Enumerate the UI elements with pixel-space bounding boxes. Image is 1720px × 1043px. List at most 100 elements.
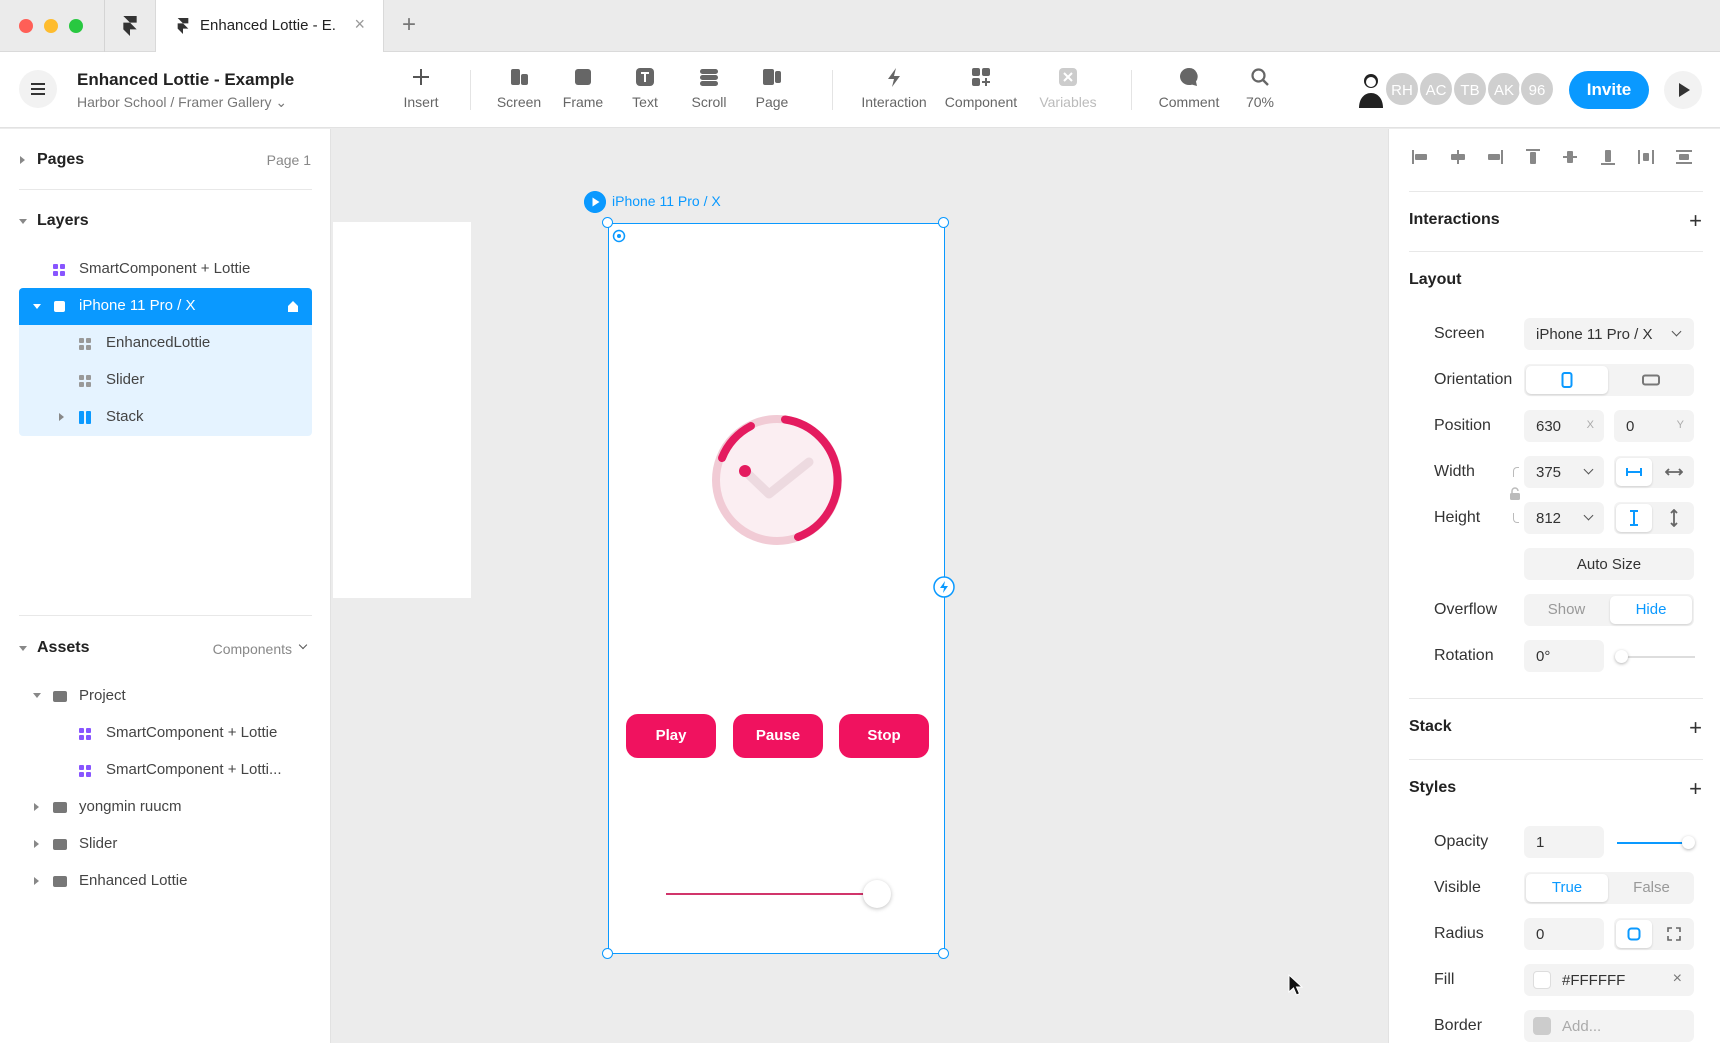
project-breadcrumb[interactable]: Harbor School / Framer Gallery ⌄ xyxy=(77,94,287,111)
overflow-show-option[interactable]: Show xyxy=(1524,601,1609,618)
layer-row[interactable]: EnhancedLottie xyxy=(19,325,312,362)
asset-folder[interactable]: Slider xyxy=(19,826,312,863)
slider-track[interactable] xyxy=(666,880,891,908)
radius-mode-toggle[interactable] xyxy=(1614,918,1694,950)
rotation-slider[interactable] xyxy=(1615,650,1695,663)
asset-item[interactable]: SmartComponent + Lottie xyxy=(19,715,312,752)
fill-height-icon[interactable] xyxy=(1667,509,1681,527)
invite-button[interactable]: Invite xyxy=(1569,71,1649,109)
tab-active[interactable]: Enhanced Lottie - E. × xyxy=(155,0,384,52)
chevron-down-icon[interactable] xyxy=(33,693,41,698)
main-menu-button[interactable] xyxy=(19,70,57,108)
visible-true-option[interactable]: True xyxy=(1526,874,1608,902)
resize-handle[interactable] xyxy=(602,948,613,959)
align-left-icon[interactable] xyxy=(1411,149,1429,165)
avatar[interactable]: TB xyxy=(1452,71,1488,107)
fixed-width-option[interactable] xyxy=(1616,458,1652,486)
border-swatch[interactable] xyxy=(1533,1017,1551,1035)
width-mode-toggle[interactable] xyxy=(1614,456,1694,488)
align-bottom-icon[interactable] xyxy=(1599,149,1617,165)
current-page[interactable]: Page 1 xyxy=(267,152,311,168)
asset-item[interactable]: SmartComponent + Lotti... xyxy=(19,752,312,789)
chevron-right-icon[interactable] xyxy=(34,803,39,811)
height-mode-toggle[interactable] xyxy=(1614,502,1694,534)
asset-folder[interactable]: yongmin ruucm xyxy=(19,789,312,826)
avatar[interactable]: RH xyxy=(1384,71,1420,107)
chevron-right-icon[interactable] xyxy=(20,156,25,164)
add-stack-button[interactable]: + xyxy=(1689,717,1702,739)
avatar[interactable]: AK xyxy=(1486,71,1522,107)
visible-false-option[interactable]: False xyxy=(1609,879,1694,896)
radius-all-option[interactable] xyxy=(1616,920,1652,948)
play-button[interactable]: Play xyxy=(626,714,716,758)
close-window-button[interactable] xyxy=(19,19,33,33)
resize-handle[interactable] xyxy=(938,948,949,959)
opacity-input[interactable]: 1 xyxy=(1524,826,1604,858)
overflow-hide-option[interactable]: Hide xyxy=(1610,596,1692,624)
stop-button[interactable]: Stop xyxy=(839,714,929,758)
distribute-vertical-icon[interactable] xyxy=(1675,149,1693,165)
add-interaction-button[interactable]: + xyxy=(1689,210,1702,232)
avatar[interactable]: AC xyxy=(1418,71,1454,107)
preview-play-button[interactable] xyxy=(1664,71,1702,109)
canvas[interactable]: iPhone 11 Pro / X Play Pause Stop xyxy=(332,129,1388,1043)
fill-input[interactable]: #FFFFFF × xyxy=(1524,964,1694,996)
slider-knob[interactable] xyxy=(863,880,891,908)
chevron-down-icon[interactable] xyxy=(298,640,308,650)
position-y-input[interactable]: 0 Y xyxy=(1614,410,1694,442)
layer-row-selected[interactable]: iPhone 11 Pro / X xyxy=(19,288,312,325)
add-style-button[interactable]: + xyxy=(1689,778,1702,800)
iphone-frame[interactable]: Play Pause Stop xyxy=(608,223,945,954)
variables-tool[interactable]: Variables xyxy=(1028,52,1108,128)
align-right-icon[interactable] xyxy=(1486,149,1504,165)
layers-title[interactable]: Layers xyxy=(37,212,89,230)
height-input[interactable]: 812 xyxy=(1524,502,1604,534)
distribute-horizontal-icon[interactable] xyxy=(1637,149,1655,165)
rotation-input[interactable]: 0° xyxy=(1524,640,1604,672)
interaction-lightning-icon[interactable] xyxy=(933,576,955,598)
chevron-right-icon[interactable] xyxy=(34,840,39,848)
visible-toggle[interactable]: True False xyxy=(1524,872,1694,904)
fill-swatch[interactable] xyxy=(1533,971,1551,989)
aspect-lock[interactable] xyxy=(1510,467,1520,523)
lottie-checkmark-animation[interactable] xyxy=(709,412,845,548)
comment-tool[interactable]: Comment xyxy=(1149,52,1229,128)
align-top-icon[interactable] xyxy=(1524,149,1542,165)
opacity-slider[interactable] xyxy=(1617,836,1695,849)
screen-select[interactable]: iPhone 11 Pro / X xyxy=(1524,318,1694,350)
orientation-toggle[interactable] xyxy=(1524,364,1694,396)
pages-title[interactable]: Pages xyxy=(37,151,84,169)
overflow-toggle[interactable]: Show Hide xyxy=(1524,594,1694,626)
assets-filter[interactable]: Components xyxy=(213,641,292,657)
rotation-slider-knob[interactable] xyxy=(1615,650,1628,663)
chevron-down-icon[interactable] xyxy=(19,646,27,651)
interaction-tool[interactable]: Interaction xyxy=(854,52,934,128)
radius-individual-icon[interactable] xyxy=(1667,927,1681,941)
landscape-phone-icon[interactable] xyxy=(1642,373,1660,387)
layer-row[interactable]: Slider xyxy=(19,362,312,399)
user-avatar-illustration-icon[interactable] xyxy=(1356,70,1386,110)
chevron-down-icon[interactable] xyxy=(33,304,41,309)
layer-row[interactable]: Stack xyxy=(19,399,312,436)
remove-fill-icon[interactable]: × xyxy=(1673,970,1682,988)
radius-input[interactable]: 0 xyxy=(1524,918,1604,950)
new-tab-button[interactable]: + xyxy=(402,11,416,39)
chevron-down-icon[interactable] xyxy=(19,219,27,224)
offscreen-frame[interactable] xyxy=(333,222,471,598)
width-input[interactable]: 375 xyxy=(1524,456,1604,488)
portrait-option[interactable] xyxy=(1526,366,1608,394)
resize-handle[interactable] xyxy=(602,217,613,228)
position-x-input[interactable]: 630 X xyxy=(1524,410,1604,442)
framer-logo-icon[interactable] xyxy=(121,16,139,36)
project-title[interactable]: Enhanced Lottie - Example xyxy=(77,70,294,90)
assets-title[interactable]: Assets xyxy=(37,639,89,657)
zoom-tool[interactable]: 70% xyxy=(1220,52,1300,128)
insert-button[interactable]: Insert xyxy=(381,52,461,128)
tab-close-icon[interactable]: × xyxy=(354,14,365,35)
maximize-window-button[interactable] xyxy=(69,19,83,33)
border-input[interactable]: Add... xyxy=(1524,1010,1694,1042)
fill-width-icon[interactable] xyxy=(1665,465,1683,479)
auto-size-button[interactable]: Auto Size xyxy=(1524,548,1694,580)
align-middle-icon[interactable] xyxy=(1561,149,1579,165)
opacity-slider-knob[interactable] xyxy=(1682,836,1695,849)
